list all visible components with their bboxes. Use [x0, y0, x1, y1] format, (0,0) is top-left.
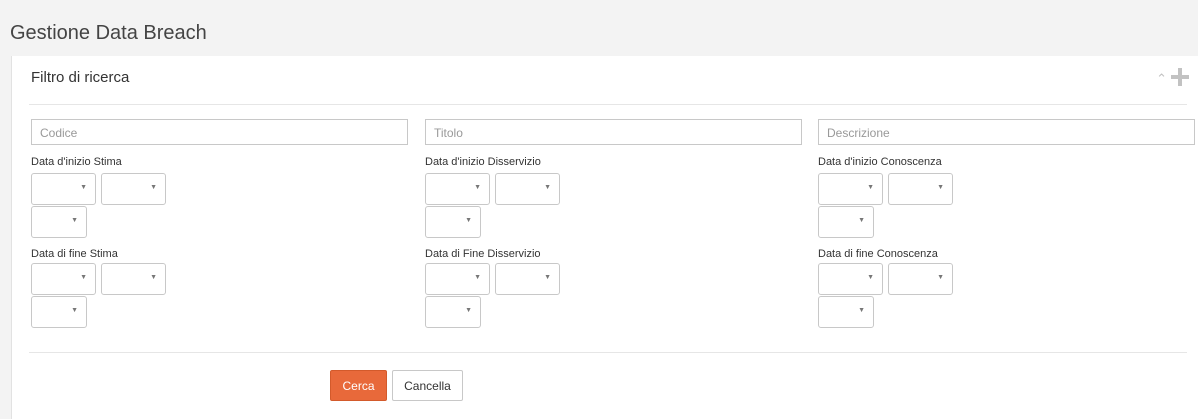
- year-select[interactable]: ▼: [818, 206, 874, 238]
- dropdown-arrow-icon: ▼: [474, 184, 481, 191]
- label-data-fine-conoscenza: Data di fine Conoscenza: [818, 248, 938, 260]
- plus-icon[interactable]: [1171, 68, 1189, 86]
- search-filter-panel: Filtro di ricerca ⌃ Codice Titolo Descri…: [11, 56, 1198, 419]
- dropdown-arrow-icon: ▼: [80, 184, 87, 191]
- dropdown-arrow-icon: ▼: [71, 217, 78, 224]
- dropdown-arrow-icon: ▼: [937, 184, 944, 191]
- year-select[interactable]: ▼: [425, 206, 481, 238]
- divider: [29, 104, 1187, 105]
- label-data-inizio-conoscenza: Data d'inizio Conoscenza: [818, 156, 942, 168]
- year-select[interactable]: ▼: [31, 206, 87, 238]
- codice-input[interactable]: Codice: [31, 119, 408, 145]
- year-select[interactable]: ▼: [425, 296, 481, 328]
- cancel-button[interactable]: Cancella: [392, 370, 463, 401]
- dropdown-arrow-icon: ▼: [474, 274, 481, 281]
- descrizione-input[interactable]: Descrizione: [818, 119, 1195, 145]
- dropdown-arrow-icon: ▼: [465, 217, 472, 224]
- label-data-inizio-stima: Data d'inizio Stima: [31, 156, 122, 168]
- dropdown-arrow-icon: ▼: [150, 184, 157, 191]
- year-select[interactable]: ▼: [31, 296, 87, 328]
- month-select[interactable]: ▼: [888, 263, 953, 295]
- label-data-fine-disservizio: Data di Fine Disservizio: [425, 248, 541, 260]
- panel-title: Filtro di ricerca: [31, 69, 130, 86]
- year-select[interactable]: ▼: [818, 296, 874, 328]
- dropdown-arrow-icon: ▼: [858, 307, 865, 314]
- day-select[interactable]: ▼: [31, 263, 96, 295]
- month-select[interactable]: ▼: [495, 173, 560, 205]
- label-data-fine-stima: Data di fine Stima: [31, 248, 118, 260]
- divider: [29, 352, 1187, 353]
- dropdown-arrow-icon: ▼: [80, 274, 87, 281]
- day-select[interactable]: ▼: [818, 263, 883, 295]
- panel-tools: ⌃: [1156, 68, 1189, 86]
- titolo-input[interactable]: Titolo: [425, 119, 802, 145]
- dropdown-arrow-icon: ▼: [937, 274, 944, 281]
- dropdown-arrow-icon: ▼: [465, 307, 472, 314]
- dropdown-arrow-icon: ▼: [71, 307, 78, 314]
- month-select[interactable]: ▼: [101, 263, 166, 295]
- month-select[interactable]: ▼: [101, 173, 166, 205]
- day-select[interactable]: ▼: [818, 173, 883, 205]
- day-select[interactable]: ▼: [425, 173, 490, 205]
- dropdown-arrow-icon: ▼: [544, 274, 551, 281]
- dropdown-arrow-icon: ▼: [867, 274, 874, 281]
- chevron-up-icon[interactable]: ⌃: [1156, 71, 1167, 87]
- dropdown-arrow-icon: ▼: [150, 274, 157, 281]
- day-select[interactable]: ▼: [425, 263, 490, 295]
- month-select[interactable]: ▼: [495, 263, 560, 295]
- label-data-inizio-disservizio: Data d'inizio Disservizio: [425, 156, 541, 168]
- search-button[interactable]: Cerca: [330, 370, 387, 401]
- dropdown-arrow-icon: ▼: [867, 184, 874, 191]
- day-select[interactable]: ▼: [31, 173, 96, 205]
- month-select[interactable]: ▼: [888, 173, 953, 205]
- dropdown-arrow-icon: ▼: [858, 217, 865, 224]
- dropdown-arrow-icon: ▼: [544, 184, 551, 191]
- page-title: Gestione Data Breach: [10, 22, 207, 44]
